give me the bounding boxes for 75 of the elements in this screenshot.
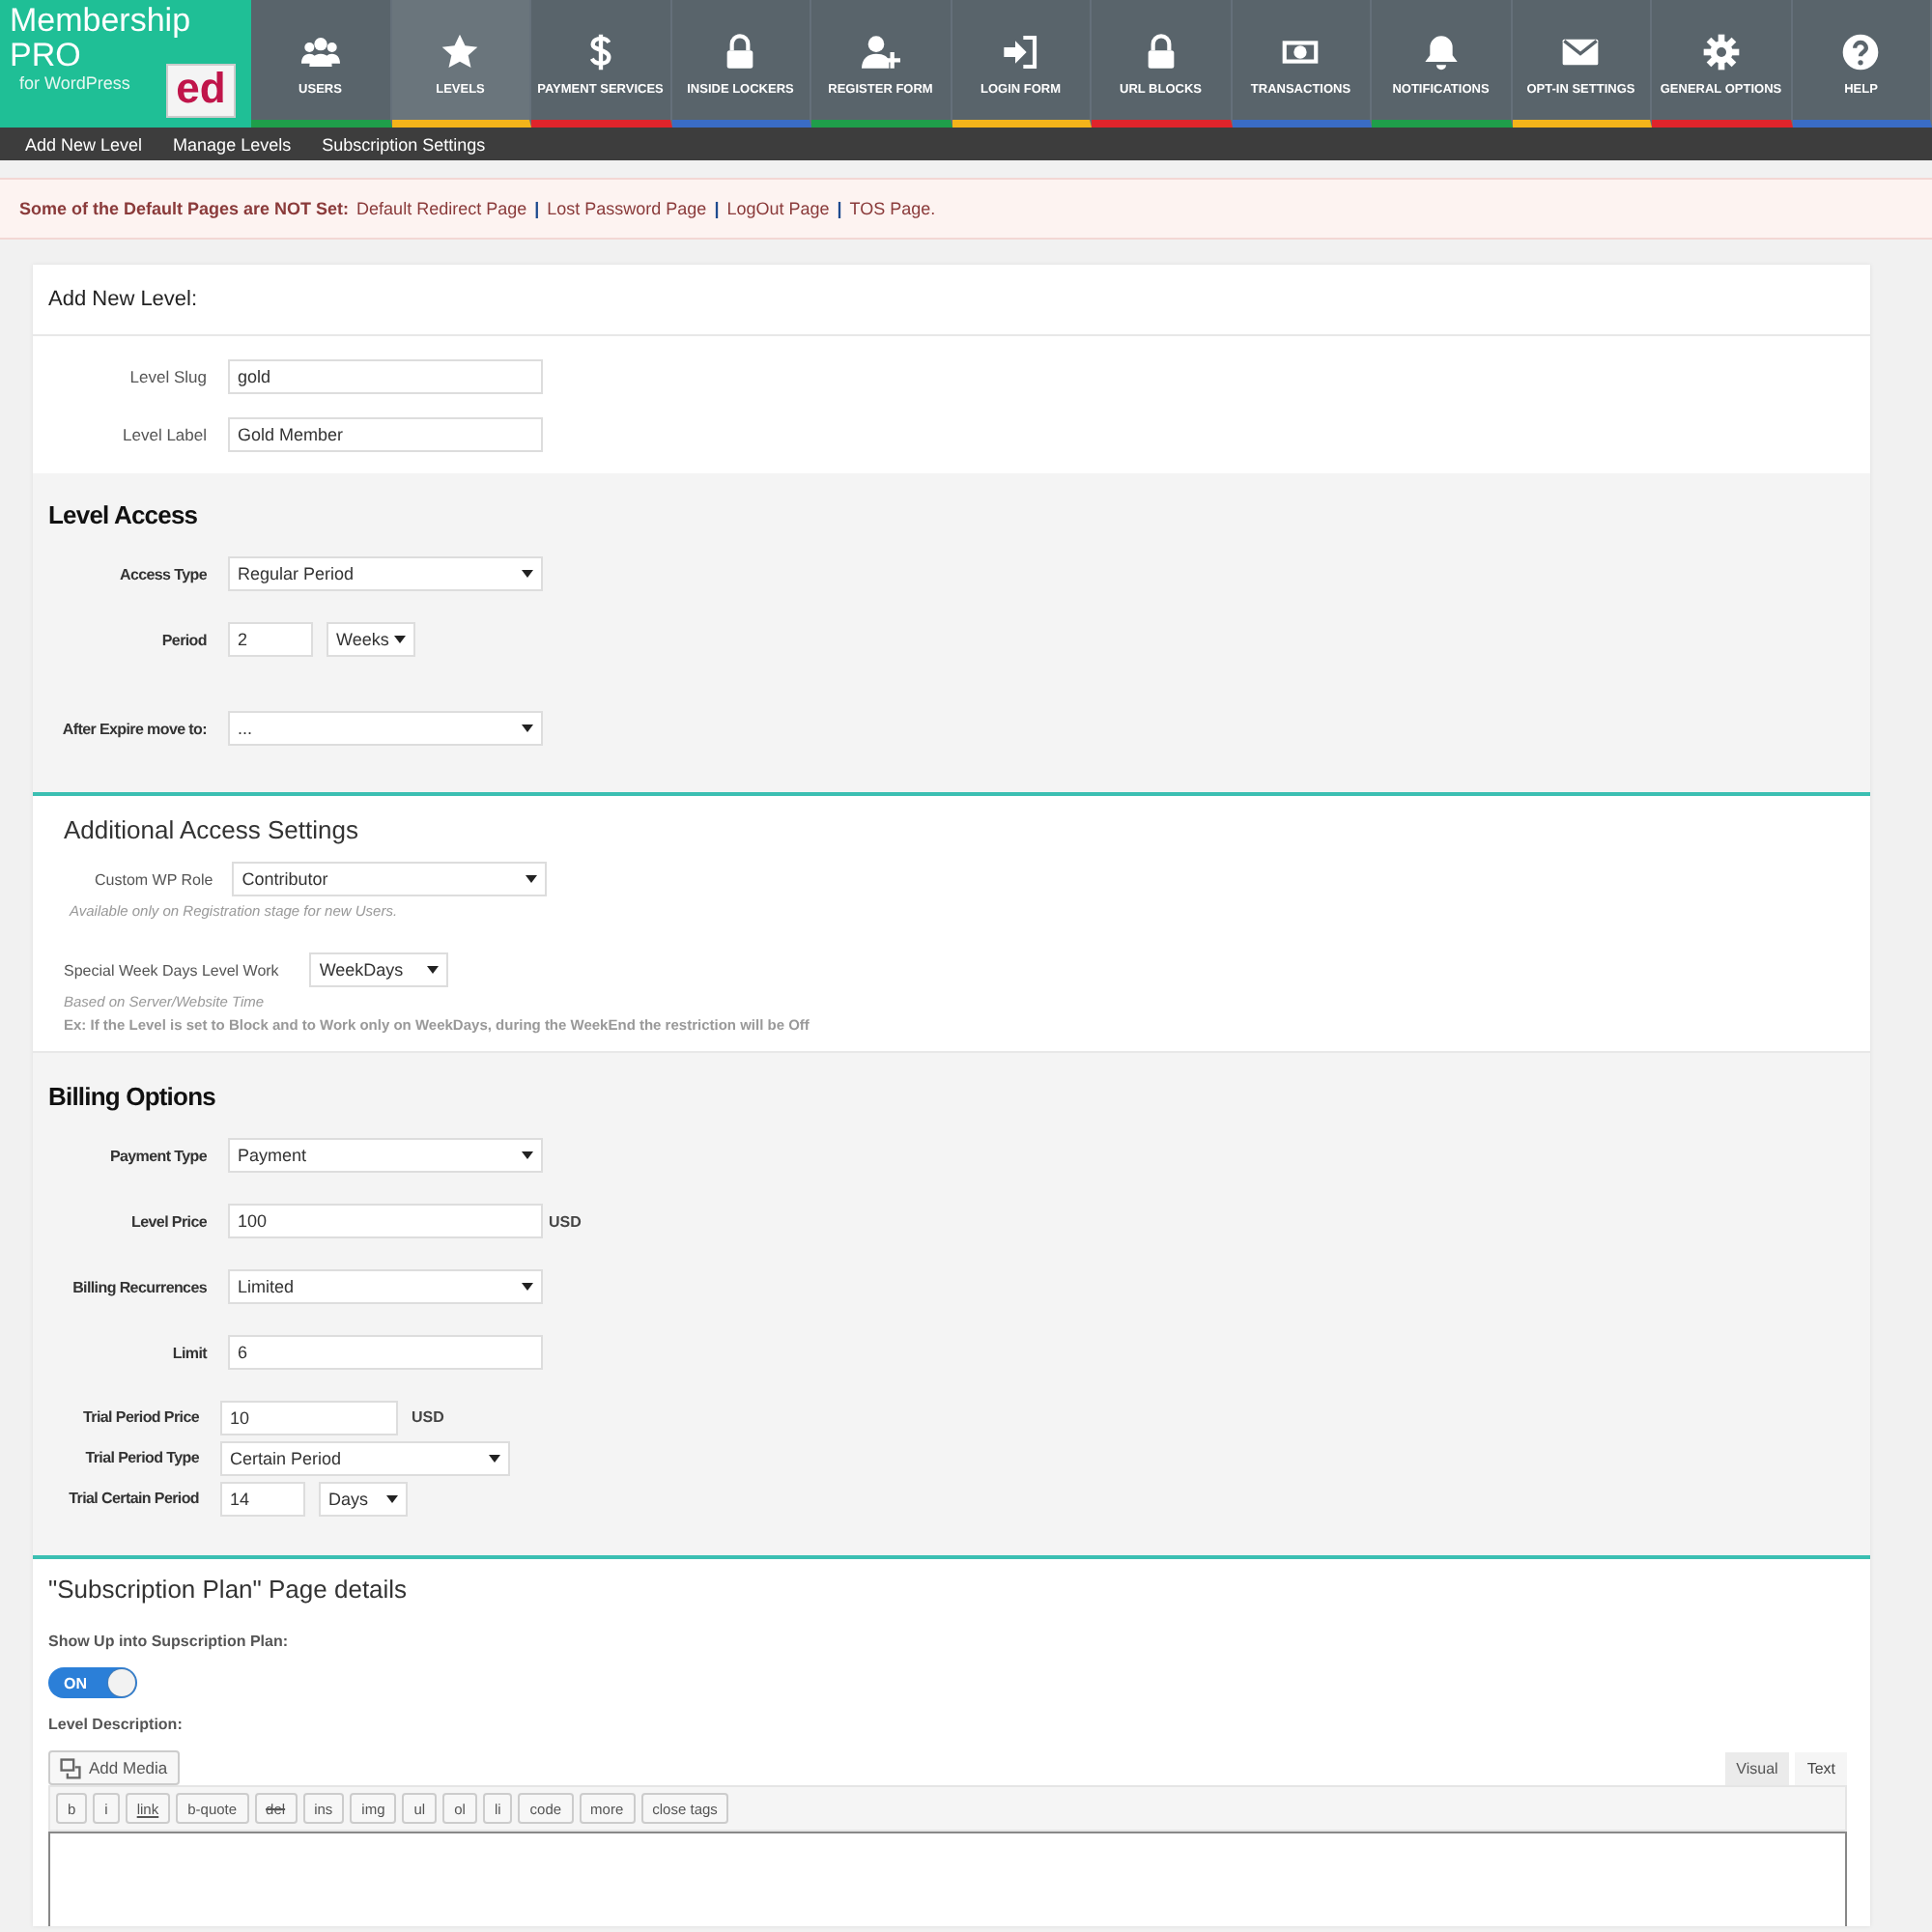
settings-icon [1699, 32, 1743, 71]
field-label: Access Type [117, 565, 207, 582]
caret-icon [522, 570, 533, 578]
logo-badge: ed [166, 64, 236, 118]
field-label: Trial Period Type [83, 1449, 199, 1466]
caret-icon [522, 1283, 533, 1291]
notice-link[interactable]: LogOut Page [726, 199, 830, 218]
input-field[interactable]: 10 [220, 1400, 398, 1435]
separator: | [837, 199, 842, 218]
select-field[interactable]: WeekDays [309, 952, 449, 987]
sub-menu-link[interactable]: Manage Levels [173, 134, 292, 154]
caret-icon [522, 1151, 533, 1159]
section-title: Additional Access Settings [64, 815, 360, 844]
toggle-switch[interactable]: ON [48, 1667, 137, 1698]
caret-icon [526, 875, 538, 883]
field-label: Special Week Days Level Work [64, 961, 279, 979]
input-field[interactable]: 2 [228, 622, 313, 657]
select-field[interactable]: Limited [228, 1269, 543, 1304]
notice-text: Some of the Default Pages are NOT Set: [19, 199, 350, 218]
currency-label: USD [549, 1212, 582, 1230]
section-title: Billing Options [48, 1082, 217, 1111]
select-field[interactable]: ... [228, 711, 543, 746]
input-field[interactable]: 14 [220, 1481, 305, 1516]
description-editor[interactable] [48, 1832, 1847, 1926]
users-icon [298, 32, 342, 71]
field-label: Billing Recurrences [71, 1278, 207, 1295]
field-label: Level Price [129, 1212, 207, 1230]
section-title: Level Access [48, 500, 200, 529]
media-icon [60, 1757, 81, 1778]
select-field[interactable]: Days [319, 1481, 408, 1516]
field-label: Payment Type [107, 1147, 207, 1164]
caret-icon [427, 966, 440, 974]
logo-tagline: for WordPress [19, 73, 130, 93]
field-label: After Expire move to: [60, 720, 207, 737]
star-icon [439, 32, 482, 71]
login-icon [999, 32, 1042, 71]
help-icon [1839, 32, 1883, 71]
caret-icon [522, 724, 533, 732]
add-user-icon [859, 32, 902, 71]
field-label: Custom WP Role [93, 870, 213, 888]
section-title: "Subscription Plan" Page details [48, 1575, 410, 1604]
field-label: Trial Period Price [81, 1408, 199, 1426]
select-field[interactable]: Certain Period [220, 1440, 510, 1475]
select-field[interactable]: Regular Period [228, 556, 543, 591]
input-field[interactable]: 100 [228, 1204, 543, 1238]
logo-subtitle: PRO [10, 37, 81, 75]
sub-menu-link[interactable]: Add New Level [25, 134, 143, 154]
select-field[interactable]: Contributor [232, 862, 548, 896]
separator: | [534, 199, 540, 218]
field-label: Show Up into Supscription Plan: [48, 1633, 290, 1650]
sub-menu-link[interactable]: Subscription Settings [322, 134, 486, 154]
separator: | [714, 199, 720, 218]
input-field[interactable]: gold [228, 359, 543, 394]
notice-link[interactable]: Default Redirect Page [356, 199, 527, 218]
editor-tab[interactable]: Text [1795, 1752, 1847, 1785]
field-label: Level Description: [48, 1716, 185, 1733]
field-label: Limit [170, 1344, 207, 1361]
currency-label: USD [412, 1408, 444, 1426]
field-label: Level Slug [128, 367, 207, 386]
field-label: Period [159, 631, 207, 648]
select-field[interactable]: Weeks [327, 622, 415, 657]
caret-icon [386, 1494, 398, 1502]
notice-link[interactable]: TOS Page. [849, 199, 936, 218]
notice-link[interactable]: Lost Password Page [547, 199, 707, 218]
field-label: Trial Certain Period [67, 1490, 199, 1507]
card-title: Add New Level: [48, 288, 198, 311]
editor-tab[interactable]: Visual [1724, 1752, 1790, 1785]
select-field[interactable]: Payment [228, 1138, 543, 1173]
add-media-button[interactable]: Add Media [48, 1750, 180, 1785]
input-field[interactable]: 6 [228, 1335, 543, 1370]
caret-icon [394, 636, 406, 643]
logo-title: Membership [10, 2, 191, 41]
caret-icon [489, 1454, 500, 1462]
field-label: Level Label [121, 425, 207, 444]
input-field[interactable]: Gold Member [228, 417, 543, 452]
